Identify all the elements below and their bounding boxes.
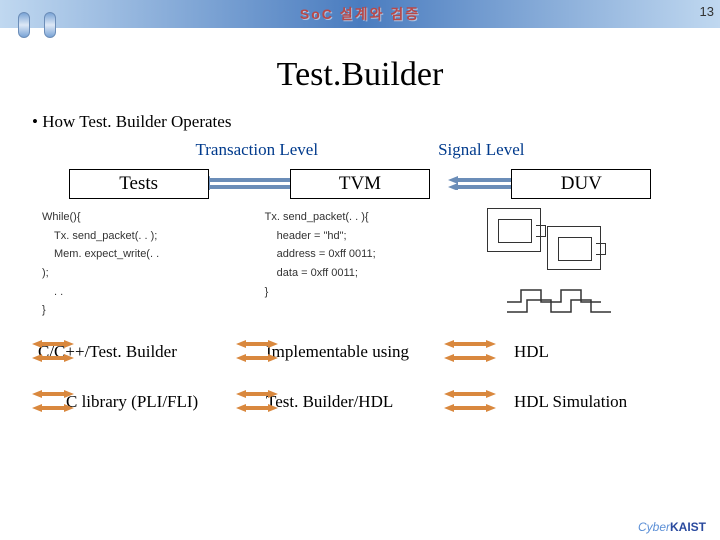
chip-inner-icon [498,219,532,243]
code-line: . . [42,283,247,302]
hdl-label: HDL [494,342,674,362]
signal-level-label: Signal Level [438,140,524,160]
code-line: ); [42,264,247,283]
chip-inner-icon [558,237,592,261]
transaction-level-label: Transaction Level [195,140,318,160]
code-line: Mem. expect_write(. . [42,245,247,264]
code-line: } [265,283,470,302]
duv-graphic [487,208,692,318]
bottom-grid: C/C++/Test. Builder Implementable using … [38,330,690,424]
waveform-icon [507,284,637,314]
bidirectional-arrow-icon [32,336,74,368]
tvm-box: TVM [290,169,430,199]
tests-code: While(){ Tx. send_packet(. . ); Mem. exp… [42,208,247,320]
bidirectional-arrow-icon [444,386,496,418]
code-line: Tx. send_packet(. . ){ [265,208,470,227]
code-line: data = 0xff 0011; [265,264,470,283]
code-row: While(){ Tx. send_packet(. . ); Mem. exp… [28,208,692,320]
pill-icon [44,12,56,38]
level-labels: Transaction Level Signal Level [0,140,720,160]
duv-box: DUV [511,169,651,199]
tb-hdl-label: Test. Builder/HDL [266,392,466,412]
tests-box: Tests [69,169,209,199]
chip-notch-icon [536,225,546,237]
slide-header: SoC 설계와 검증 13 [0,0,720,28]
footer-logo: CyberKAIST [638,520,706,534]
bidirectional-arrow-icon [236,336,278,368]
code-line: header = "hd"; [265,227,470,246]
chip-notch-icon [596,243,606,255]
page-number: 13 [700,4,714,19]
boxes-row: Tests TVM DUV [28,164,692,204]
code-line: address = 0xff 0011; [265,245,470,264]
bullet-point: How Test. Builder Operates [32,112,720,132]
bidirectional-arrow-icon [32,386,74,418]
pill-icon [18,12,30,38]
bidirectional-arrow-icon [444,336,496,368]
code-line: Tx. send_packet(. . ); [42,227,247,246]
slide-title: Test.Builder [0,56,720,94]
chip-icon [547,226,601,270]
decoration-pills [18,12,56,38]
logo-main: KAIST [670,520,706,534]
tvm-code: Tx. send_packet(. . ){ header = "hd"; ad… [265,208,470,320]
code-line: While(){ [42,208,247,227]
bidirectional-arrow-icon [236,386,278,418]
logo-prefix: Cyber [638,520,670,534]
code-line: } [42,301,247,320]
hdl-sim-label: HDL Simulation [494,392,674,412]
implementable-label: Implementable using [266,342,466,362]
header-title: SoC 설계와 검증 [300,4,420,24]
chip-icon [487,208,541,252]
